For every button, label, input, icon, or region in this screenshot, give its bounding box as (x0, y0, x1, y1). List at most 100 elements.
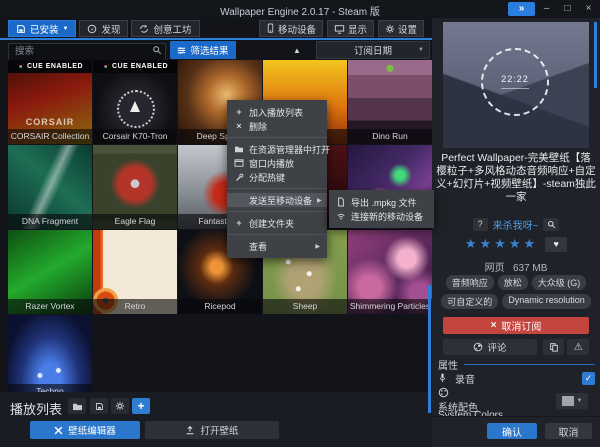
wallpaper-tile-corsair-collection[interactable]: CUE ENABLED CORSAIR CORSAIR Collection (8, 60, 92, 144)
window-icon (234, 159, 244, 167)
menu-item-delete[interactable]: × 删除 (227, 119, 327, 133)
comment-button[interactable]: 评论 (443, 339, 537, 355)
grid-scrollbar-thumb[interactable] (428, 285, 431, 413)
tag: 可自定义的 (441, 294, 498, 309)
search-icon (547, 220, 556, 229)
menu-item-view[interactable]: 查看 ▶ (227, 239, 327, 253)
system-color-dropdown[interactable]: ▼ (556, 393, 588, 409)
wrench-icon (234, 173, 244, 182)
wallpaper-tile-eagle-flag[interactable]: Eagle Flag (93, 145, 177, 229)
avatar-placeholder: ? (473, 218, 488, 231)
filter-results-button[interactable]: 筛选结果 (170, 41, 236, 59)
workshop-icon (139, 24, 149, 34)
tab-discover[interactable]: 发现 (79, 20, 128, 37)
report-button[interactable]: ⚠ (567, 339, 589, 355)
wallpaper-label: DNA Fragment (8, 214, 92, 229)
sort-order-dropdown[interactable]: 订阅日期 ▼ (316, 41, 430, 59)
author-link[interactable]: 来杀我呀~ (493, 217, 539, 232)
type-size-row: 网页 637 MB (432, 259, 600, 274)
menu-item-open-in-explorer[interactable]: 在资源管理器中打开 (227, 142, 327, 156)
cue-enabled-badge: CUE ENABLED (8, 60, 92, 73)
wallpaper-label: Shimmering Particles (348, 299, 432, 314)
wallpaper-label: Sheep (263, 299, 347, 314)
chevron-down-icon: ▼ (577, 398, 583, 404)
displays-button[interactable]: 显示 (327, 20, 374, 37)
wallpaper-tile-shimmering-particles[interactable]: Shimmering Particles (348, 230, 432, 314)
star-rating[interactable]: ★★★★★ (465, 236, 538, 252)
icue-logo-icon (17, 63, 24, 70)
playlist-heading: 播放列表 (10, 399, 62, 418)
palette-icon (438, 387, 449, 398)
wallpaper-tile-dino-run[interactable]: Dino Run (348, 60, 432, 144)
playlist-settings-button[interactable] (111, 398, 129, 414)
menu-item-play-in-window[interactable]: 窗口内播放 (227, 156, 327, 170)
copy-button[interactable] (543, 339, 565, 355)
titlebar: Wallpaper Engine 2.0.17 - Steam 版 » – □ … (0, 0, 600, 18)
toolbar-right: 移动设备 显示 设置 (259, 20, 424, 37)
heart-icon: ♥ (553, 239, 558, 249)
sort-direction-button[interactable]: ▲ (288, 44, 306, 57)
wallpaper-tile-dna-fragment[interactable]: DNA Fragment (8, 145, 92, 229)
context-menu: + 加入播放列表 × 删除 在资源管理器中打开 窗口内播放 分配热键 (227, 100, 327, 258)
wallpaper-tile-techno[interactable]: Techno (8, 315, 92, 392)
sidebar-scrollbar-thumb[interactable] (594, 22, 597, 88)
wallpaper-label: Dino Run (348, 129, 432, 144)
close-button[interactable]: × (579, 2, 598, 16)
wallpaper-engine-window: Wallpaper Engine 2.0.17 - Steam 版 » – □ … (0, 0, 600, 447)
open-wallpaper-button[interactable]: 打开壁纸 (145, 421, 279, 439)
wifi-icon (336, 212, 346, 220)
corsair-watermark: CORSAIR (8, 117, 92, 127)
microphone-icon (438, 372, 447, 384)
tag-list: 音频响应 放松 大众级 (G) 可自定义的 Dynamic resolution (438, 275, 594, 309)
cue-enabled-badge: CUE ENABLED (93, 60, 177, 73)
wallpaper-editor-button[interactable]: 壁纸编辑器 (30, 421, 140, 439)
save-icon (16, 24, 26, 34)
menu-item-export-mpkg[interactable]: 导出 .mpkg 文件 (329, 195, 434, 209)
author-search-button[interactable] (543, 218, 559, 231)
wallpaper-tile-razer-vortex[interactable]: Razer Vortex (8, 230, 92, 314)
editor-tools-icon (54, 426, 63, 435)
menu-item-add-to-playlist[interactable]: + 加入播放列表 (227, 105, 327, 119)
tab-installed[interactable]: 已安装 ▼ (8, 20, 76, 37)
search-box (8, 41, 166, 59)
menu-item-assign-hotkey[interactable]: 分配热键 (227, 170, 327, 184)
settings-button[interactable]: 设置 (378, 20, 424, 37)
chevron-down-icon: ▼ (418, 47, 424, 53)
menu-item-send-to-mobile[interactable]: 发送至移动设备 ▶ (227, 193, 327, 207)
tag: 放松 (498, 275, 528, 290)
open-playlist-button[interactable] (68, 398, 86, 414)
playlist-panel: 播放列表 + 壁纸编辑器 打开壁纸 (0, 392, 432, 447)
chevron-down-icon: ▼ (63, 26, 69, 32)
minimize-button[interactable]: – (537, 2, 556, 16)
folder-icon (234, 145, 244, 153)
plus-icon: + (234, 218, 244, 228)
new-playlist-button[interactable]: + (132, 398, 150, 414)
maximize-button[interactable]: □ (558, 2, 577, 16)
menu-separator (227, 211, 327, 212)
menu-separator (227, 137, 327, 138)
recording-checkbox[interactable]: ✓ (582, 372, 595, 385)
wallpaper-tile-corsair-k70-tron[interactable]: CUE ENABLED Corsair K70-Tron (93, 60, 177, 144)
favorite-button[interactable]: ♥ (545, 237, 567, 252)
menu-item-create-folder[interactable]: + 创建文件夹 (227, 216, 327, 230)
mobile-devices-button[interactable]: 移动设备 (259, 20, 323, 37)
wallpaper-tile-retro[interactable]: Retro (93, 230, 177, 314)
unsubscribe-button[interactable]: × 取消订阅 (443, 317, 589, 334)
submenu-arrow-icon: ▶ (315, 243, 320, 250)
search-icon (152, 45, 162, 55)
collapse-sidebar-button[interactable]: » (508, 2, 535, 16)
menu-item-connect-new-mobile[interactable]: 连接新的移动设备 (329, 209, 434, 223)
color-swatch (562, 396, 574, 406)
cancel-button[interactable]: 取消 (545, 423, 592, 439)
tab-workshop[interactable]: 创意工坊 (131, 20, 199, 37)
submenu-arrow-icon: ▶ (317, 197, 322, 204)
copy-icon (549, 342, 559, 352)
search-input[interactable] (8, 43, 166, 61)
main-tabs: 已安装 ▼ 发现 创意工坊 (8, 20, 203, 37)
wallpaper-size: 637 MB (513, 263, 547, 274)
close-icon: × (234, 121, 244, 131)
confirm-button[interactable]: 确认 (487, 423, 537, 439)
save-playlist-button[interactable] (90, 398, 108, 414)
file-icon (336, 197, 346, 207)
author-row: ? 来杀我呀~ (432, 217, 600, 232)
